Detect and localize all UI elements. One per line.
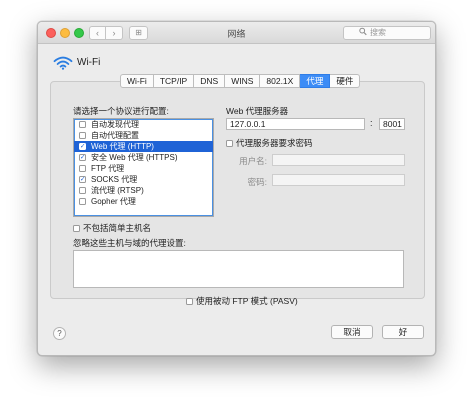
username-label: 用户名: xyxy=(239,156,267,166)
password-label: 密码: xyxy=(247,177,267,187)
protocol-label: FTP 代理 xyxy=(91,164,125,173)
protocol-list[interactable]: 自动发现代理 自动代理配置 ✓ Web 代理 (HTTP) ✓ 安全 Web 代理 … xyxy=(73,118,214,217)
bypass-hosts-textarea[interactable] xyxy=(73,250,404,288)
tab-wifi[interactable]: Wi-Fi xyxy=(120,74,154,88)
port-separator: : xyxy=(370,118,373,128)
bypass-label: 忽略这些主机与域的代理设置: xyxy=(73,238,186,248)
protocol-label: 安全 Web 代理 (HTTPS) xyxy=(91,153,178,162)
protocol-item-auto-config[interactable]: 自动代理配置 xyxy=(74,130,213,141)
tab-8021x[interactable]: 802.1X xyxy=(260,74,301,88)
protocol-checkbox[interactable]: ✓ xyxy=(79,154,86,161)
exclude-simple-hostnames-option[interactable]: 不包括简单主机名 xyxy=(73,222,151,234)
protocol-checkbox[interactable] xyxy=(79,165,86,172)
require-password-checkbox[interactable] xyxy=(226,139,233,147)
protocol-item-secure-web-https[interactable]: ✓ 安全 Web 代理 (HTTPS) xyxy=(74,152,213,163)
protocol-item-gopher[interactable]: Gopher 代理 xyxy=(74,196,213,207)
server-address-input[interactable]: 127.0.0.1 xyxy=(226,118,365,130)
require-password-option[interactable]: 代理服务器要求密码 xyxy=(226,137,313,149)
tab-wins[interactable]: WINS xyxy=(225,74,261,88)
protocol-item-rtsp[interactable]: 流代理 (RTSP) xyxy=(74,185,213,196)
protocol-item-socks[interactable]: ✓ SOCKS 代理 xyxy=(74,174,213,185)
protocol-label: 自动发现代理 xyxy=(91,120,139,129)
protocol-item-ftp[interactable]: FTP 代理 xyxy=(74,163,213,174)
protocol-checkbox[interactable]: ✓ xyxy=(79,176,86,183)
protocol-checkbox[interactable] xyxy=(79,187,86,194)
ok-button[interactable]: 好 xyxy=(382,325,424,339)
exclude-simple-hostnames-label: 不包括简单主机名 xyxy=(83,223,152,233)
server-label: Web 代理服务器 xyxy=(226,106,289,116)
exclude-simple-hostnames-checkbox[interactable] xyxy=(73,224,80,232)
passive-ftp-option[interactable]: 使用被动 FTP 模式 (PASV) xyxy=(186,295,298,307)
protocol-label: SOCKS 代理 xyxy=(91,175,138,184)
protocol-checkbox[interactable]: ✓ xyxy=(79,143,86,150)
protocol-item-auto-discovery[interactable]: 自动发现代理 xyxy=(74,119,213,130)
magnifier-icon xyxy=(359,27,367,40)
passive-ftp-label: 使用被动 FTP 模式 (PASV) xyxy=(196,296,298,306)
protocol-item-web-http[interactable]: ✓ Web 代理 (HTTP) xyxy=(74,141,213,152)
interface-name: Wi-Fi xyxy=(77,57,101,68)
require-password-label: 代理服务器要求密码 xyxy=(236,138,313,148)
cancel-button[interactable]: 取消 xyxy=(331,325,373,339)
help-button[interactable]: ? xyxy=(53,327,66,340)
tab-proxy[interactable]: 代理 xyxy=(300,74,331,88)
title-bar: ‹ › ⊞ 网络 搜索 xyxy=(38,22,435,44)
wifi-icon xyxy=(53,56,73,70)
username-field[interactable] xyxy=(272,154,405,166)
network-window: ‹ › ⊞ 网络 搜索 Wi-Fi Wi-Fi TCP/IP DNS WINS … xyxy=(37,21,436,356)
tab-dns[interactable]: DNS xyxy=(194,74,226,88)
protocol-label: Gopher 代理 xyxy=(91,197,136,206)
protocol-label: 流代理 (RTSP) xyxy=(91,186,144,195)
tab-bar: Wi-Fi TCP/IP DNS WINS 802.1X 代理 硬件 xyxy=(120,74,361,88)
search-placeholder: 搜索 xyxy=(370,28,386,37)
passive-ftp-checkbox[interactable] xyxy=(186,297,193,305)
port-input[interactable]: 8001 xyxy=(379,118,405,130)
protocol-label: 自动代理配置 xyxy=(91,131,139,140)
tab-hardware[interactable]: 硬件 xyxy=(330,74,361,88)
protocol-checkbox[interactable] xyxy=(79,198,86,205)
protocol-checkbox[interactable] xyxy=(79,121,86,128)
protocol-checkbox[interactable] xyxy=(79,132,86,139)
protocol-label: Web 代理 (HTTP) xyxy=(91,142,154,151)
tab-tcpip[interactable]: TCP/IP xyxy=(153,74,195,88)
password-field[interactable] xyxy=(272,174,405,186)
protocol-list-label: 请选择一个协议进行配置: xyxy=(73,106,169,116)
search-input[interactable]: 搜索 xyxy=(343,26,431,40)
